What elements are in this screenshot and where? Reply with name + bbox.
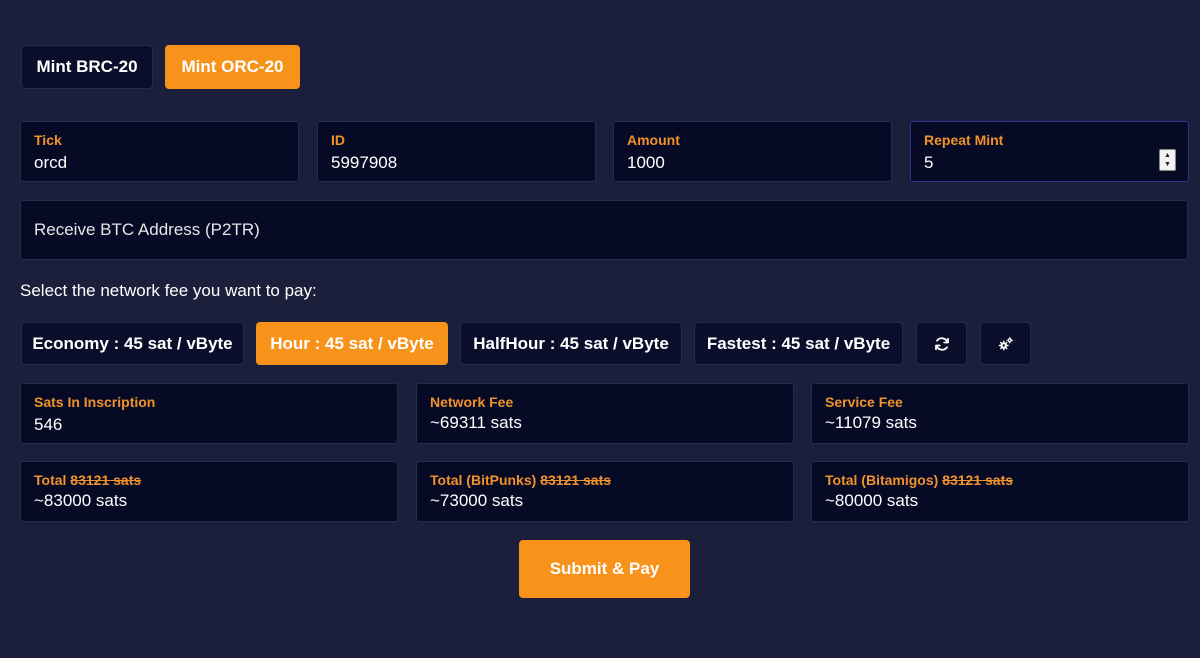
total-bitamigos-value: ~80000 sats: [825, 491, 919, 510]
total-bitpunks-value: ~73000 sats: [430, 491, 524, 510]
fee-economy-button[interactable]: Economy : 45 sat / vByte: [21, 322, 244, 365]
btc-address-input[interactable]: Receive BTC Address (P2TR): [20, 200, 1188, 260]
fee-fastest-button[interactable]: Fastest : 45 sat / vByte: [694, 322, 903, 365]
service-fee: Service Fee ~11079 sats: [811, 383, 1189, 444]
amount-field[interactable]: Amount 1000: [613, 121, 892, 182]
network-fee-value: ~69311 sats: [430, 413, 522, 432]
stepper-up-icon[interactable]: ▲: [1164, 151, 1171, 160]
total: Total 83121 sats ~83000 sats: [20, 461, 398, 522]
total-bitamigos-label: Total (Bitamigos): [825, 472, 939, 488]
fee-hour-button[interactable]: Hour : 45 sat / vByte: [256, 322, 448, 365]
tick-label: Tick: [34, 132, 62, 148]
refresh-button[interactable]: [916, 322, 967, 365]
tick-input[interactable]: orcd: [34, 152, 285, 174]
sats-in-inscription: Sats In Inscription 546: [20, 383, 398, 444]
total-bitpunks: Total (BitPunks) 83121 sats ~73000 sats: [416, 461, 794, 522]
total-original-price: 83121 sats: [70, 472, 142, 488]
total-bitpunks-label-line: Total (BitPunks) 83121 sats: [430, 471, 780, 489]
total-value: ~83000 sats: [34, 491, 128, 510]
fee-prompt: Select the network fee you want to pay:: [20, 281, 317, 300]
total-bitpunks-label: Total (BitPunks): [430, 472, 537, 488]
fee-halfhour-button[interactable]: HalfHour : 45 sat / vByte: [460, 322, 682, 365]
repeat-mint-input[interactable]: 5: [924, 152, 1175, 174]
total-bitamigos: Total (Bitamigos) 83121 sats ~80000 sats: [811, 461, 1189, 522]
total-label-line: Total 83121 sats: [34, 471, 384, 489]
tab-mint-orc20[interactable]: Mint ORC-20: [165, 45, 300, 89]
tab-mint-brc20[interactable]: Mint BRC-20: [21, 45, 153, 89]
id-field[interactable]: ID 5997908: [317, 121, 596, 182]
amount-input[interactable]: 1000: [627, 152, 878, 174]
id-input[interactable]: 5997908: [331, 152, 582, 174]
amount-label: Amount: [627, 132, 680, 148]
service-fee-label: Service Fee: [825, 394, 903, 410]
id-label: ID: [331, 132, 345, 148]
mint-page: Mint BRC-20 Mint ORC-20 Tick orcd ID 599…: [0, 0, 1200, 658]
tick-field[interactable]: Tick orcd: [20, 121, 299, 182]
total-bitamigos-label-line: Total (Bitamigos) 83121 sats: [825, 471, 1175, 489]
refresh-icon: [934, 336, 949, 351]
total-bitamigos-original-price: 83121 sats: [942, 472, 1014, 488]
sats-in-inscription-value: 546: [34, 415, 63, 434]
network-fee: Network Fee ~69311 sats: [416, 383, 794, 444]
total-bitpunks-original-price: 83121 sats: [540, 472, 612, 488]
repeat-mint-field[interactable]: Repeat Mint 5 ▲ ▼: [910, 121, 1189, 182]
network-fee-label: Network Fee: [430, 394, 514, 410]
submit-pay-button[interactable]: Submit & Pay: [519, 540, 690, 598]
repeat-mint-label: Repeat Mint: [924, 132, 1004, 148]
sats-in-inscription-label: Sats In Inscription: [34, 394, 156, 410]
settings-button[interactable]: [980, 322, 1031, 365]
total-label: Total: [34, 472, 67, 488]
repeat-mint-stepper[interactable]: ▲ ▼: [1159, 149, 1176, 171]
service-fee-value: ~11079 sats: [825, 413, 917, 432]
gears-icon: [998, 336, 1013, 350]
stepper-down-icon[interactable]: ▼: [1164, 160, 1171, 169]
